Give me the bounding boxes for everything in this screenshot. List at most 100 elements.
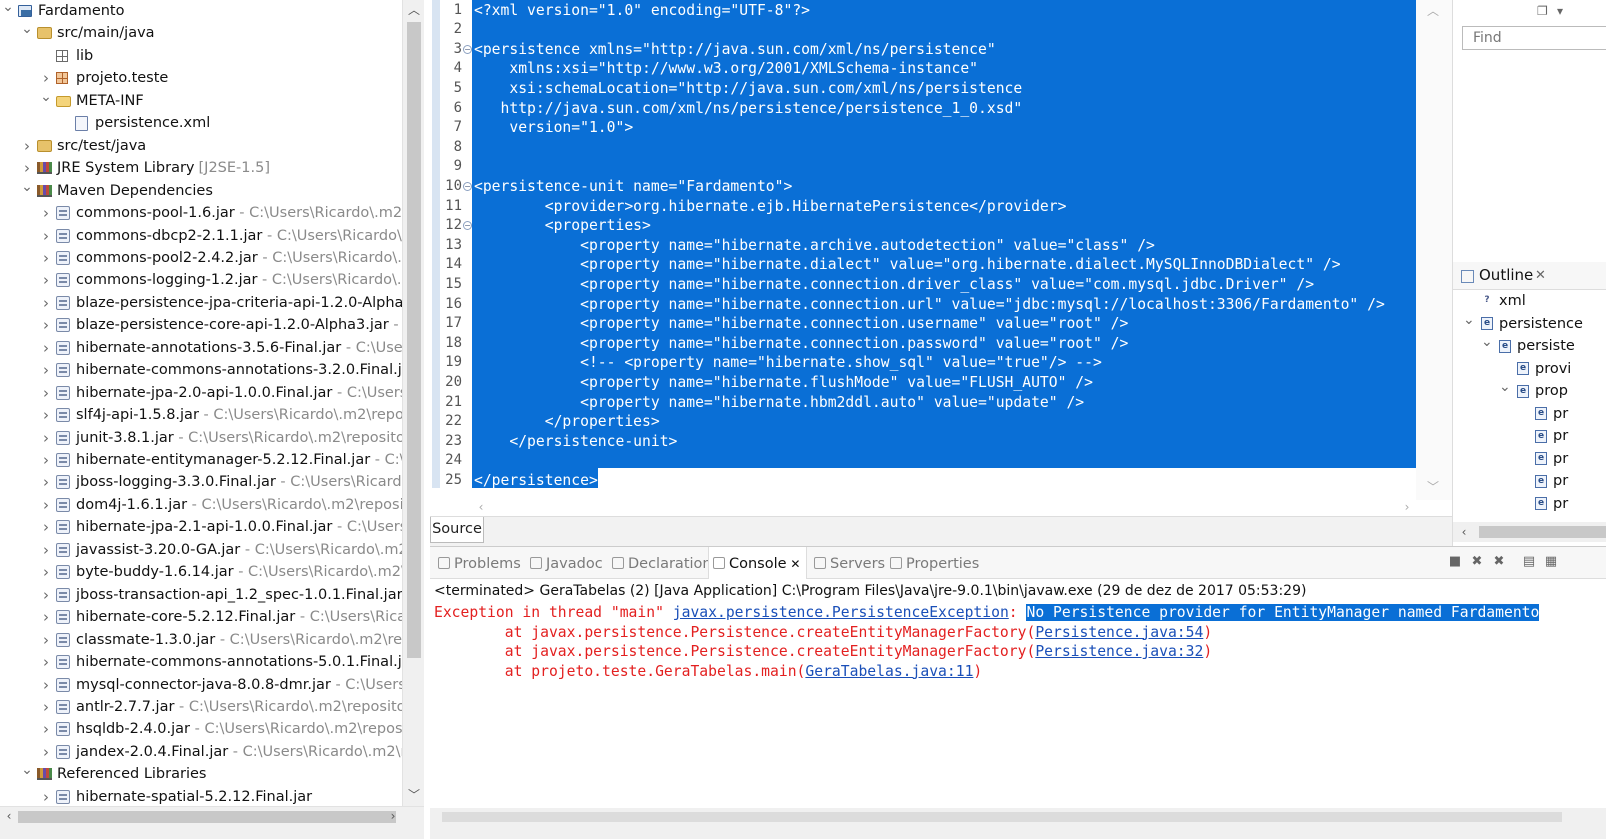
chevron-right-icon[interactable]: ›	[40, 314, 52, 336]
view-menu-icon[interactable]: ▾	[1557, 4, 1571, 18]
outline-item[interactable]: ⌄ e prop	[1499, 379, 1568, 402]
tree-item[interactable]: › blaze-persistence-jpa-criteria-api-1.2.…	[0, 292, 424, 314]
chevron-right-icon[interactable]: ›	[40, 449, 52, 471]
tree-item[interactable]: ⌄ src/main/java	[0, 21, 402, 44]
tree-item[interactable]: › blaze-persistence-core-api-1.2.0-Alpha3…	[0, 314, 424, 336]
tab-declaration[interactable]: Declaration	[608, 547, 718, 579]
outline-tab[interactable]: Outline ✕	[1453, 262, 1606, 290]
explorer-horizontal-scrollbar[interactable]: ‹ ›	[0, 806, 424, 839]
chevron-down-icon[interactable]: ⌄	[21, 18, 33, 40]
tree-item[interactable]: › jboss-logging-3.3.0.Final.jar - C:\User…	[0, 471, 420, 493]
editor-scroll-right-icon[interactable]: ›	[1398, 498, 1416, 516]
tree-item[interactable]: › projeto.teste	[0, 67, 402, 89]
chevron-down-icon[interactable]: ⌄	[40, 86, 52, 108]
outline-item[interactable]: ⌄ e persiste	[1481, 334, 1575, 357]
tree-item[interactable]: › src/test/java	[0, 135, 402, 157]
tree-item[interactable]: › slf4j-api-1.5.8.jar - C:\Users\Ricardo\…	[0, 404, 424, 426]
new-task-icon[interactable]: ❐	[1537, 4, 1551, 18]
chevron-right-icon[interactable]: ›	[40, 202, 52, 224]
tree-item[interactable]: ⌄ Fardamento	[0, 0, 402, 22]
chevron-right-icon[interactable]: ›	[40, 718, 52, 740]
tree-item[interactable]: › commons-pool-1.6.jar - C:\Users\Ricardo…	[0, 202, 424, 224]
chevron-right-icon[interactable]: ›	[40, 494, 52, 516]
chevron-right-icon[interactable]: ›	[40, 584, 52, 606]
chevron-right-icon[interactable]: ›	[21, 135, 33, 157]
tab-javadoc[interactable]: Javadoc	[526, 547, 609, 579]
chevron-right-icon[interactable]: ›	[40, 247, 52, 269]
editor-scroll-up-icon[interactable]: ︿	[1424, 2, 1442, 20]
tab-problems[interactable]: Problems	[434, 547, 527, 579]
chevron-right-icon[interactable]: ›	[40, 471, 52, 493]
editor-horizontal-scrollbar[interactable]: ‹ ›	[472, 498, 1416, 518]
tree-item[interactable]: ⌄ Maven Dependencies	[0, 179, 402, 202]
tree-item[interactable]: › dom4j-1.6.1.jar - C:\Users\Ricardo\.m2\…	[0, 494, 424, 516]
tree-item[interactable]: › classmate-1.3.0.jar - C:\Users\Ricardo\…	[0, 629, 424, 651]
tree-item[interactable]: › antlr-2.7.7.jar - C:\Users\Ricardo\.m2\…	[0, 696, 424, 718]
scroll-up-arrow-icon[interactable]: ︿	[405, 1, 423, 19]
close-icon[interactable]: ✕	[1535, 268, 1546, 283]
outline-item[interactable]: e pr	[1535, 448, 1568, 470]
outline-item[interactable]: ? xml	[1481, 290, 1525, 312]
chevron-right-icon[interactable]: ›	[40, 786, 52, 808]
find-input[interactable]: Find	[1462, 26, 1606, 50]
tree-item[interactable]: › junit-3.8.1.jar - C:\Users\Ricardo\.m2\…	[0, 427, 424, 449]
editor-scroll-left-icon[interactable]: ‹	[472, 498, 490, 516]
remove-launch-icon[interactable]: ✖	[1470, 555, 1484, 569]
tree-item[interactable]: › jandex-2.0.4.Final.jar - C:\Users\Ricar…	[0, 741, 424, 763]
tree-item[interactable]: › hibernate-jpa-2.0-api-1.0.0.Final.jar -…	[0, 382, 424, 404]
chevron-down-icon[interactable]: ⌄	[1499, 376, 1511, 398]
explorer-vertical-scrollbar[interactable]: ︿ ﹀	[402, 0, 424, 806]
tree-item[interactable]: › JRE System Library [J2SE-1.5]	[0, 157, 402, 179]
chevron-right-icon[interactable]: ›	[40, 561, 52, 583]
editor-vertical-scrollbar[interactable]: ︿ ﹀	[1416, 0, 1452, 500]
source-link[interactable]: Persistence.java:54	[1035, 624, 1203, 641]
outline-item[interactable]: e provi	[1517, 358, 1571, 380]
chevron-right-icon[interactable]: ›	[40, 539, 52, 561]
tree-item[interactable]: › hibernate-spatial-5.2.12.Final.jar	[0, 786, 402, 808]
chevron-right-icon[interactable]: ›	[40, 337, 52, 359]
outline-item[interactable]: ⌄ e persistence	[1463, 312, 1583, 335]
tree-item[interactable]: › byte-buddy-1.6.14.jar - C:\Users\Ricard…	[0, 561, 424, 583]
outline-scroll-thumb[interactable]	[1479, 526, 1606, 538]
tree-item[interactable]: › mysql-connector-java-8.0.8-dmr.jar - C:…	[0, 674, 424, 696]
tree-item[interactable]: › commons-dbcp2-2.1.1.jar - C:\Users\Rica…	[0, 225, 424, 247]
scroll-left-arrow-icon[interactable]: ‹	[0, 807, 18, 825]
tree-item[interactable]: lib	[0, 45, 402, 67]
chevron-right-icon[interactable]: ›	[40, 629, 52, 651]
terminate-icon[interactable]: ■	[1448, 555, 1462, 569]
pin-console-icon[interactable]: ▦	[1544, 555, 1558, 569]
chevron-right-icon[interactable]: ›	[40, 606, 52, 628]
tree-item[interactable]: › hibernate-jpa-2.1-api-1.0.0.Final.jar -…	[0, 516, 424, 538]
fold-toggle-icon[interactable]: −	[463, 44, 472, 54]
chevron-right-icon[interactable]: ›	[40, 741, 52, 763]
tree-item[interactable]: ⌄ Referenced Libraries	[0, 762, 402, 785]
console-scroll-thumb[interactable]	[442, 812, 1562, 822]
editor-scroll-down-icon[interactable]: ﹀	[1424, 478, 1442, 496]
chevron-right-icon[interactable]: ›	[40, 359, 52, 381]
chevron-right-icon[interactable]: ›	[40, 696, 52, 718]
chevron-down-icon[interactable]: ⌄	[21, 176, 33, 198]
chevron-right-icon[interactable]: ›	[40, 427, 52, 449]
exception-class-link[interactable]: javax.persistence.PersistenceException	[673, 604, 1009, 621]
tree-item[interactable]: › hibernate-core-5.2.12.Final.jar - C:\Us…	[0, 606, 424, 628]
source-link[interactable]: Persistence.java:32	[1035, 643, 1203, 660]
chevron-right-icon[interactable]: ›	[40, 404, 52, 426]
tree-item[interactable]: › javassist-3.20.0-GA.jar - C:\Users\Rica…	[0, 539, 424, 561]
chevron-right-icon[interactable]: ›	[40, 674, 52, 696]
scroll-lock-icon[interactable]: ▤	[1522, 555, 1536, 569]
outline-item[interactable]: e pr	[1535, 493, 1568, 515]
tree-item[interactable]: ⌄ META-INF	[0, 89, 402, 112]
outline-item[interactable]: e pr	[1535, 470, 1568, 492]
code-area[interactable]: <?xml version="1.0" encoding="UTF-8"?> <p…	[472, 0, 1416, 488]
scroll-right-arrow-icon[interactable]: ›	[384, 807, 402, 825]
tree-item[interactable]: › commons-pool2-2.4.2.jar - C:\Users\Rica…	[0, 247, 424, 269]
chevron-right-icon[interactable]: ›	[40, 269, 52, 291]
outline-horizontal-scrollbar[interactable]: ‹	[1453, 522, 1606, 542]
chevron-right-icon[interactable]: ›	[40, 225, 52, 247]
tree-item[interactable]: › hsqldb-2.4.0.jar - C:\Users\Ricardo\.m2…	[0, 718, 424, 740]
outline-item[interactable]: e pr	[1535, 425, 1568, 447]
tab-servers[interactable]: Servers	[810, 547, 891, 579]
chevron-down-icon[interactable]: ⌄	[21, 759, 33, 781]
chevron-right-icon[interactable]: ›	[40, 651, 52, 673]
tree-item[interactable]: › commons-logging-1.2.jar - C:\Users\Rica…	[0, 269, 424, 291]
